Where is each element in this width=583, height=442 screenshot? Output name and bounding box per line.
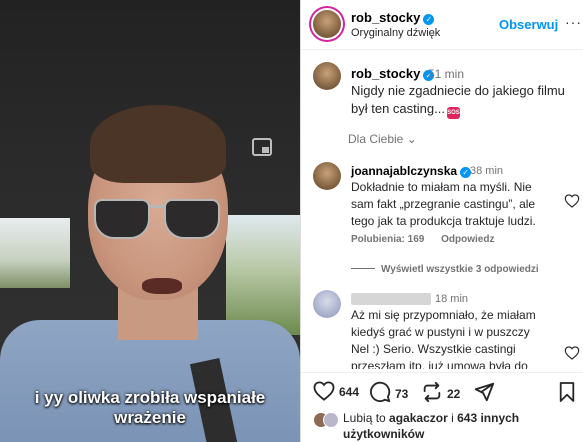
comment-action[interactable]: 73 bbox=[369, 381, 408, 403]
repost-icon[interactable] bbox=[421, 381, 443, 403]
bookmark-icon[interactable] bbox=[558, 381, 576, 403]
like-count: 644 bbox=[339, 385, 360, 399]
author-username-row[interactable]: rob_stocky ✓ bbox=[351, 10, 435, 25]
comment-username-redacted[interactable] bbox=[351, 293, 431, 305]
audio-label[interactable]: Oryginalny dźwięk bbox=[351, 27, 440, 39]
heart-icon[interactable] bbox=[313, 381, 335, 401]
comment-username[interactable]: joannajablczynska bbox=[351, 164, 457, 178]
caption-avatar[interactable] bbox=[313, 62, 341, 90]
repost-action[interactable]: 22 bbox=[421, 381, 460, 403]
send-icon[interactable] bbox=[473, 381, 495, 403]
caption-time: 51 min bbox=[428, 67, 465, 81]
liked-by-user[interactable]: agakaczor bbox=[389, 411, 448, 425]
post-side-panel: rob_stocky ✓ Oryginalny dźwięk Obserwuj ·… bbox=[300, 0, 583, 442]
author-avatar[interactable] bbox=[313, 10, 341, 38]
share-action[interactable] bbox=[473, 381, 499, 403]
comment-avatar[interactable] bbox=[313, 290, 341, 318]
save-action[interactable] bbox=[558, 381, 580, 403]
post-header: rob_stocky ✓ Oryginalny dźwięk Obserwuj ·… bbox=[301, 0, 583, 50]
comment-avatar[interactable] bbox=[313, 162, 341, 190]
video-person-mouth bbox=[142, 278, 182, 294]
comment-time: 18 min bbox=[435, 293, 469, 305]
video-background-window bbox=[0, 218, 70, 288]
repost-count: 22 bbox=[447, 387, 461, 401]
liker-avatar[interactable] bbox=[323, 412, 339, 428]
comment-likes-count[interactable]: Polubienia: 169 bbox=[351, 234, 424, 245]
comment-like-heart-icon[interactable] bbox=[564, 346, 580, 360]
caption-username[interactable]: rob_stocky bbox=[351, 66, 420, 81]
comment-bubble-icon[interactable] bbox=[369, 381, 391, 403]
view-replies-label[interactable]: Wyświetl wszystkie 3 odpowiedzi bbox=[381, 264, 539, 275]
sos-emoji-icon: SOS bbox=[446, 107, 460, 119]
comment-like-heart-icon[interactable] bbox=[564, 194, 580, 208]
video-car-window bbox=[226, 215, 300, 335]
picture-in-picture-icon[interactable] bbox=[252, 138, 272, 156]
comment-text: Aż mi się przypomniało, że miałam kiedyś… bbox=[351, 308, 536, 369]
video-subtitle: i yy oliwka zrobiła wspaniałe wrażenie bbox=[34, 388, 266, 427]
comment-reply-button[interactable]: Odpowiedz bbox=[441, 234, 494, 245]
video-person-hair bbox=[90, 105, 226, 183]
video-player[interactable]: i yy oliwka zrobiła wspaniałe wrażenie bbox=[0, 0, 300, 442]
video-person-sunglasses bbox=[92, 195, 224, 243]
view-replies-divider bbox=[351, 268, 375, 269]
comment-meta: Polubienia: 169 Odpowiedz bbox=[351, 234, 508, 245]
like-action[interactable]: 644 bbox=[313, 381, 359, 401]
view-replies-button[interactable]: Wyświetl wszystkie 3 odpowiedzi bbox=[351, 264, 539, 275]
liked-by-text: Lubią to agakaczor i 643 innych użytkown… bbox=[343, 410, 573, 442]
author-username[interactable]: rob_stocky bbox=[351, 10, 420, 25]
post-actions-bar: 644 73 22 bbox=[301, 372, 583, 408]
verified-icon: ✓ bbox=[423, 14, 435, 25]
caption-text: Nigdy nie zgadniecie do jakiego filmu by… bbox=[351, 82, 571, 119]
comment-username-row[interactable]: joannajablczynska ✓ bbox=[351, 164, 472, 178]
comment-text: Dokładnie to miałam na myśli. Nie sam fa… bbox=[351, 180, 536, 228]
liked-by-middle: i bbox=[447, 411, 458, 425]
comments-sort-dropdown[interactable]: Dla Ciebie ⌄ bbox=[348, 132, 417, 146]
caption-username-row[interactable]: rob_stocky ✓ bbox=[351, 66, 435, 81]
comment-count: 73 bbox=[395, 387, 409, 401]
follow-button[interactable]: Obserwuj bbox=[499, 17, 558, 32]
comment-time: 38 min bbox=[470, 165, 504, 177]
liked-by-prefix: Lubią to bbox=[343, 411, 390, 425]
more-options-icon[interactable]: ··· bbox=[565, 14, 582, 30]
